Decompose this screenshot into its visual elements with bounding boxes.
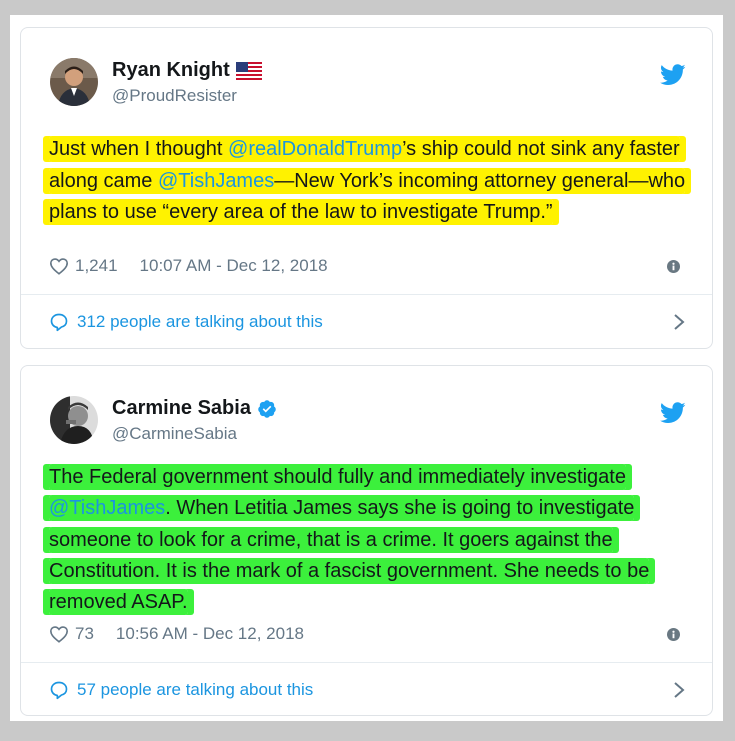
info-icon[interactable] <box>667 628 680 641</box>
tweet-card[interactable]: Carmine Sabia @CarmineSabia The Federal … <box>20 365 713 716</box>
mention-link[interactable]: @TishJames <box>158 170 274 192</box>
avatar[interactable] <box>50 58 98 106</box>
verified-badge-icon <box>258 399 276 418</box>
tweet-text: Just when I thought @realDonaldTrump’s s… <box>49 134 689 229</box>
tweet-meta: 1,241 10:07 AM - Dec 12, 2018 <box>49 256 328 276</box>
reply-bubble-icon <box>50 681 68 700</box>
like-count: 1,241 <box>75 256 118 275</box>
divider <box>21 662 712 663</box>
tweet-meta: 73 10:56 AM - Dec 12, 2018 <box>49 624 304 644</box>
twitter-bird-icon[interactable] <box>660 64 686 86</box>
screenshot-frame: Ryan Knight @ProudResister Just when I t… <box>10 15 723 721</box>
heart-icon[interactable] <box>49 625 69 643</box>
mention-link[interactable]: @realDonaldTrump <box>228 138 402 160</box>
reply-bubble-icon <box>50 313 68 332</box>
tweet-card[interactable]: Ryan Knight @ProudResister Just when I t… <box>20 27 713 349</box>
chevron-right-icon[interactable] <box>672 680 686 700</box>
author-handle[interactable]: @ProudResister <box>112 86 237 106</box>
heart-icon[interactable] <box>49 257 69 275</box>
chevron-right-icon[interactable] <box>672 312 686 332</box>
avatar[interactable] <box>50 396 98 444</box>
tweet-timestamp[interactable]: 10:56 AM - Dec 12, 2018 <box>116 624 304 644</box>
author-name-text[interactable]: Carmine Sabia <box>112 397 251 420</box>
twitter-bird-icon[interactable] <box>660 402 686 424</box>
info-icon[interactable] <box>667 260 680 273</box>
tweet-text-segment: Just when I thought <box>49 138 229 160</box>
talking-about-link[interactable]: 57 people are talking about this <box>49 680 313 700</box>
author-name-text[interactable]: Ryan Knight <box>112 59 230 82</box>
author-name[interactable]: Ryan Knight <box>112 59 262 82</box>
tweet-timestamp[interactable]: 10:07 AM - Dec 12, 2018 <box>140 256 328 276</box>
tweet-text-segment: The Federal government should fully and … <box>49 466 626 488</box>
mention-link[interactable]: @TishJames <box>49 497 165 519</box>
author-name[interactable]: Carmine Sabia <box>112 397 277 420</box>
author-handle[interactable]: @CarmineSabia <box>112 424 237 444</box>
us-flag-icon <box>235 61 262 80</box>
talking-about-text[interactable]: 57 people are talking about this <box>77 680 313 700</box>
talking-about-link[interactable]: 312 people are talking about this <box>49 312 323 332</box>
divider <box>21 294 712 295</box>
talking-about-text[interactable]: 312 people are talking about this <box>77 312 323 332</box>
tweet-text: The Federal government should fully and … <box>49 462 689 618</box>
like-count: 73 <box>75 624 94 643</box>
